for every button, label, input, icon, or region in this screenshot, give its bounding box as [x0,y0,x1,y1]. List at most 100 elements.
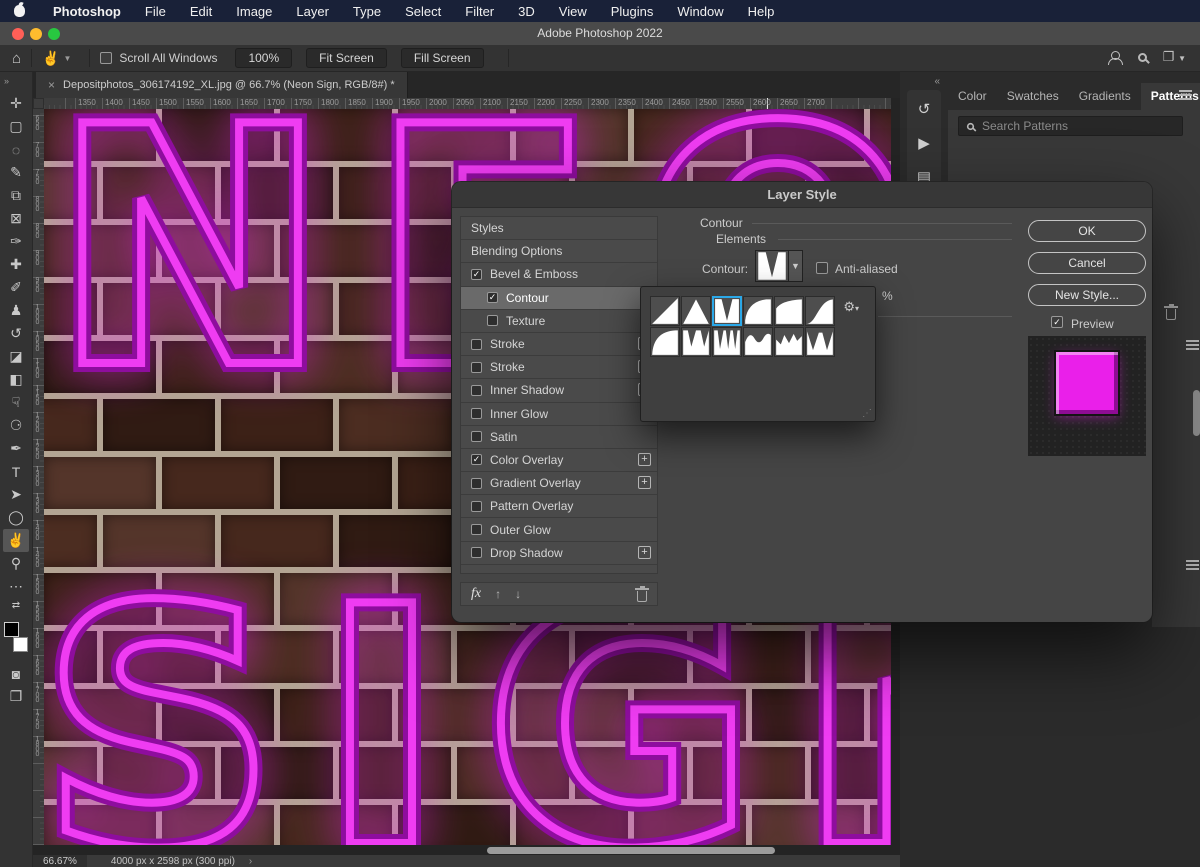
clone-stamp-tool-icon[interactable]: ♟ [3,299,29,322]
delete-pattern-icon[interactable] [1166,309,1176,320]
add-instance-icon[interactable]: + [638,546,651,559]
home-icon[interactable]: ⌂ [12,50,21,67]
menu-edit[interactable]: Edit [190,4,212,19]
background-color-swatch[interactable] [13,637,28,652]
style-checkbox[interactable] [471,524,482,535]
screen-mode-icon[interactable]: ❐ [3,685,29,708]
style-checkbox[interactable] [471,431,482,442]
style-row-pattern-overlay[interactable]: Pattern Overlay [461,495,657,518]
color-swatches[interactable] [3,622,29,652]
contour-thumbnail[interactable] [755,250,789,282]
contour-preset-rolling-slope-descending[interactable] [743,327,773,357]
dodge-tool-icon[interactable]: ⚆ [3,414,29,437]
expand-toolbar-icon[interactable]: » [0,76,9,86]
style-row-stroke[interactable]: Stroke+ [461,333,657,356]
contour-preset-cone-inverted[interactable] [712,296,742,326]
panel-menu-icon[interactable] [1186,340,1199,350]
foreground-color-swatch[interactable] [4,622,19,637]
resize-grip-icon[interactable]: ⋰ [862,408,872,419]
panel-scrollbar-thumb[interactable] [1193,390,1200,436]
ok-button[interactable]: OK [1028,220,1146,242]
menu-layer[interactable]: Layer [296,4,329,19]
spot-healing-brush-tool-icon[interactable]: ✚ [3,253,29,276]
style-row-stroke[interactable]: Stroke+ [461,356,657,379]
pen-tool-icon[interactable]: ✒ [3,437,29,460]
eraser-tool-icon[interactable]: ◪ [3,345,29,368]
style-checkbox[interactable] [471,547,482,558]
move-effect-down-icon[interactable]: ↓ [515,587,521,601]
style-row-inner-glow[interactable]: Inner Glow [461,403,657,426]
style-checkbox[interactable] [471,362,482,373]
swap-colors-icon[interactable]: ⇄ [3,598,29,612]
style-row-drop-shadow[interactable]: Drop Shadow+ [461,542,657,565]
layers-panel-menu-icon[interactable] [1186,560,1199,570]
tab-gradients[interactable]: Gradients [1069,83,1141,110]
style-checkbox[interactable] [471,454,482,465]
lasso-tool-icon[interactable]: ◌ [3,138,29,161]
document-tab[interactable]: × Depositphotos_306174192_XL.jpg @ 66.7%… [36,72,408,98]
preview-checkbox[interactable] [1051,316,1063,328]
style-row-contour[interactable]: Contour [461,287,657,310]
contour-preset-cove-deep[interactable] [743,296,773,326]
contour-preset-half-round[interactable] [650,327,680,357]
close-tab-icon[interactable]: × [48,78,55,92]
fit-screen-button[interactable]: Fit Screen [306,48,387,68]
style-row-blending-options[interactable]: Blending Options [461,240,657,263]
search-icon[interactable] [1138,53,1147,62]
dialog-title[interactable]: Layer Style [452,182,1152,208]
eyedropper-tool-icon[interactable]: ✑ [3,230,29,253]
contour-preset-ring[interactable] [681,327,711,357]
ruler-origin-corner[interactable] [33,98,44,109]
style-checkbox[interactable] [487,315,498,326]
style-checkbox[interactable] [487,292,498,303]
cancel-button[interactable]: Cancel [1028,252,1146,274]
zoom-level-field[interactable]: 66.67% [33,855,87,867]
collapse-panels-icon[interactable]: « [934,76,940,87]
zoom-100-button[interactable]: 100% [235,48,292,68]
horizontal-scrollbar-thumb[interactable] [487,847,775,854]
menu-select[interactable]: Select [405,4,441,19]
status-chevron-icon[interactable]: › [249,856,252,867]
contour-preset-ring-contour[interactable] [805,327,835,357]
apple-logo-icon[interactable] [14,5,25,17]
menu-view[interactable]: View [559,4,587,19]
contour-preset-gaussian[interactable] [805,296,835,326]
style-row-bevel-emboss[interactable]: Bevel & Emboss [461,263,657,286]
document-info[interactable]: 4000 px x 2598 px (300 ppi) [111,856,235,867]
hand-tool-icon[interactable]: ✌ [42,50,59,67]
contour-preset-sawtooth[interactable] [774,327,804,357]
menu-file[interactable]: File [145,4,166,19]
tab-color[interactable]: Color [948,83,997,110]
picker-settings-gear-icon[interactable]: ⚙▾ [843,299,859,315]
crop-tool-icon[interactable]: ⧉ [3,184,29,207]
quick-selection-tool-icon[interactable]: ✎ [3,161,29,184]
history-brush-tool-icon[interactable]: ↺ [3,322,29,345]
menu-window[interactable]: Window [677,4,723,19]
rectangular-marquee-tool-icon[interactable]: ▢ [3,115,29,138]
contour-preset-cove-shallow[interactable] [774,296,804,326]
delete-effect-icon[interactable] [637,591,647,602]
style-row-gradient-overlay[interactable]: Gradient Overlay+ [461,472,657,495]
style-checkbox[interactable] [471,269,482,280]
frame-tool-icon[interactable]: ⊠ [3,207,29,230]
tool-preset-chevron-icon[interactable]: ▼ [64,54,72,63]
contour-preset-cone[interactable] [681,296,711,326]
edit-toolbar-icon[interactable]: ⋯ [3,575,29,598]
gradient-tool-icon[interactable]: ◧ [3,368,29,391]
move-effect-up-icon[interactable]: ↑ [495,587,501,601]
hand-tool-icon[interactable]: ✌ [3,529,29,552]
anti-aliased-checkbox[interactable] [816,262,828,274]
scroll-all-windows-checkbox[interactable] [100,52,112,64]
add-instance-icon[interactable]: + [638,453,651,466]
move-tool-icon[interactable]: ✛ [3,92,29,115]
style-row-color-overlay[interactable]: Color Overlay+ [461,449,657,472]
patterns-panel-menu-icon[interactable] [1179,90,1192,100]
tab-swatches[interactable]: Swatches [997,83,1069,110]
share-user-icon[interactable] [1108,51,1122,64]
style-row-satin[interactable]: Satin [461,426,657,449]
quick-mask-icon[interactable]: ◙ [3,662,29,685]
menu-type[interactable]: Type [353,4,381,19]
smudge-tool-icon[interactable]: ☟ [3,391,29,414]
style-row-outer-glow[interactable]: Outer Glow [461,518,657,541]
style-checkbox[interactable] [471,408,482,419]
